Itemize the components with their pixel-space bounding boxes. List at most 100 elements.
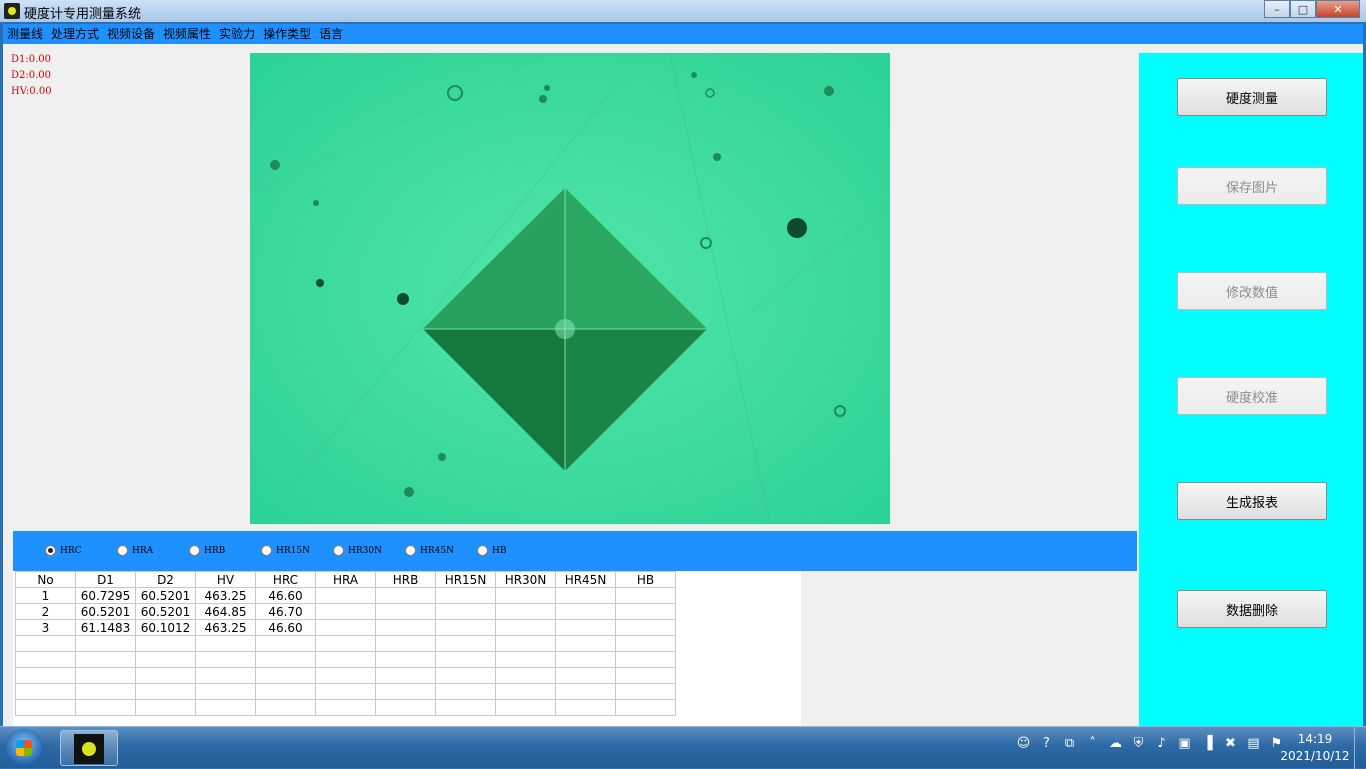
table-cell[interactable]: [255, 651, 316, 668]
close-button[interactable]: ✕: [1316, 0, 1360, 18]
wechat-icon[interactable]: ☁: [1107, 735, 1124, 752]
table-cell[interactable]: [195, 683, 256, 700]
table-cell[interactable]: [375, 587, 436, 604]
radio-hb[interactable]: HB: [477, 545, 506, 556]
table-cell[interactable]: [615, 587, 676, 604]
table-cell[interactable]: [495, 635, 556, 652]
table-cell[interactable]: [315, 683, 376, 700]
radio-hr15n[interactable]: HR15N: [261, 545, 310, 556]
table-cell[interactable]: [15, 667, 76, 684]
table-cell[interactable]: [315, 619, 376, 636]
table-row[interactable]: 3 61.1483 60.1012 463.25 46.60: [15, 619, 676, 636]
table-cell[interactable]: [75, 699, 136, 716]
table-cell[interactable]: [195, 651, 256, 668]
radio-hra[interactable]: HRA: [117, 545, 153, 556]
table-cell[interactable]: [315, 651, 376, 668]
table-cell[interactable]: 46.60: [255, 587, 316, 604]
radio-hr30n[interactable]: HR30N: [333, 545, 382, 556]
table-row[interactable]: 1 60.7295 60.5201 463.25 46.60: [15, 587, 676, 604]
table-cell[interactable]: [615, 603, 676, 620]
radio-hrb[interactable]: HRB: [189, 545, 225, 556]
menu-item-video-properties[interactable]: 视频属性: [159, 24, 215, 44]
chevron-up-icon[interactable]: ˄: [1084, 735, 1101, 752]
radio-hrc[interactable]: HRC: [45, 545, 82, 556]
table-cell[interactable]: [495, 619, 556, 636]
table-cell[interactable]: [75, 667, 136, 684]
table-cell[interactable]: [315, 587, 376, 604]
radio-button[interactable]: [261, 545, 272, 556]
table-cell[interactable]: [15, 635, 76, 652]
table-cell[interactable]: 463.25: [195, 587, 256, 604]
table-cell[interactable]: [615, 699, 676, 716]
table-cell[interactable]: 60.5201: [75, 603, 136, 620]
table-cell[interactable]: [555, 667, 616, 684]
modify-value-button[interactable]: 修改数值: [1177, 272, 1327, 310]
table-cell[interactable]: [135, 667, 196, 684]
table-cell[interactable]: [375, 683, 436, 700]
table-row[interactable]: [15, 683, 676, 700]
network-alt-icon[interactable]: ⧉: [1061, 735, 1078, 752]
table-cell[interactable]: [255, 667, 316, 684]
minimize-button[interactable]: –: [1264, 0, 1290, 18]
table-cell[interactable]: [615, 635, 676, 652]
help-icon[interactable]: ?: [1038, 735, 1055, 752]
table-cell[interactable]: [435, 667, 496, 684]
table-cell[interactable]: [15, 683, 76, 700]
radio-button[interactable]: [117, 545, 128, 556]
radio-button[interactable]: [333, 545, 344, 556]
save-image-button[interactable]: 保存图片: [1177, 167, 1327, 205]
menu-item-video-device[interactable]: 视频设备: [103, 24, 159, 44]
table-cell[interactable]: [435, 619, 496, 636]
speaker-muted-icon[interactable]: ✖: [1222, 735, 1239, 752]
table-cell[interactable]: 463.25: [195, 619, 256, 636]
calibrate-button[interactable]: 硬度校准: [1177, 377, 1327, 415]
table-cell[interactable]: [375, 635, 436, 652]
table-cell[interactable]: [375, 667, 436, 684]
table-cell[interactable]: [375, 699, 436, 716]
table-cell[interactable]: [435, 603, 496, 620]
table-cell[interactable]: 46.70: [255, 603, 316, 620]
table-cell[interactable]: [555, 699, 616, 716]
monitor-icon[interactable]: ▣: [1176, 735, 1193, 752]
user-icon[interactable]: ☺: [1015, 735, 1032, 752]
table-cell[interactable]: 464.85: [195, 603, 256, 620]
computer-icon[interactable]: ▤: [1245, 735, 1262, 752]
shield-icon[interactable]: ⛨: [1130, 735, 1147, 752]
menu-item-operation-type[interactable]: 操作类型: [259, 24, 315, 44]
table-cell[interactable]: [435, 651, 496, 668]
clock[interactable]: 14:19 2021/10/12: [1280, 731, 1350, 765]
table-cell[interactable]: 61.1483: [75, 619, 136, 636]
taskbar-app-button[interactable]: [60, 730, 118, 766]
table-cell[interactable]: [435, 699, 496, 716]
table-cell[interactable]: [495, 603, 556, 620]
table-cell[interactable]: [555, 603, 616, 620]
table-cell[interactable]: [615, 619, 676, 636]
menu-item-measure-line[interactable]: 测量线: [3, 24, 47, 44]
menu-item-processing-mode[interactable]: 处理方式: [47, 24, 103, 44]
table-row[interactable]: [15, 699, 676, 716]
table-cell[interactable]: [555, 635, 616, 652]
table-cell[interactable]: [195, 667, 256, 684]
table-cell[interactable]: 60.7295: [75, 587, 136, 604]
table-cell[interactable]: [15, 651, 76, 668]
table-cell[interactable]: 60.1012: [135, 619, 196, 636]
table-cell[interactable]: [375, 603, 436, 620]
measure-button[interactable]: 硬度测量: [1177, 78, 1327, 116]
volume-icon[interactable]: ♪: [1153, 735, 1170, 752]
show-desktop-button[interactable]: [1354, 727, 1366, 769]
table-cell[interactable]: [555, 683, 616, 700]
table-row[interactable]: [15, 651, 676, 668]
table-cell[interactable]: 1: [15, 587, 76, 604]
table-cell[interactable]: [495, 699, 556, 716]
table-cell[interactable]: [255, 699, 316, 716]
table-row[interactable]: [15, 635, 676, 652]
table-cell[interactable]: [315, 667, 376, 684]
radio-button[interactable]: [477, 545, 488, 556]
table-cell[interactable]: [615, 667, 676, 684]
table-cell[interactable]: [75, 635, 136, 652]
table-cell[interactable]: [435, 587, 496, 604]
table-cell[interactable]: [495, 651, 556, 668]
radio-button[interactable]: [189, 545, 200, 556]
generate-report-button[interactable]: 生成报表: [1177, 482, 1327, 520]
table-cell[interactable]: [15, 699, 76, 716]
